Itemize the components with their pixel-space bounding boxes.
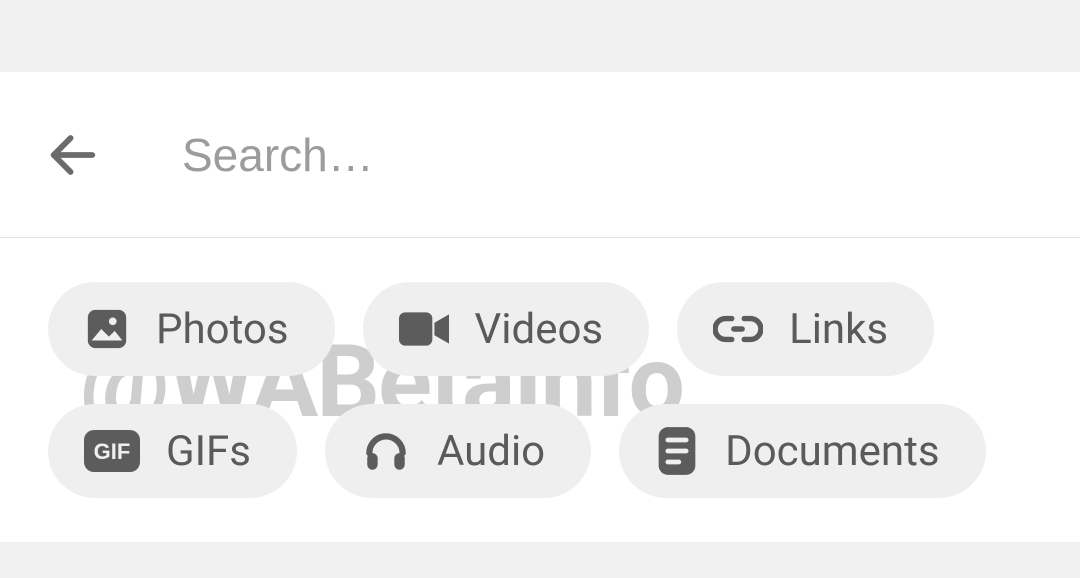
chip-photos[interactable]: Photos [48,282,335,376]
chip-audio[interactable]: Audio [325,404,591,498]
links-icon [713,304,763,354]
chip-label: GIFs [166,427,251,476]
chip-gifs[interactable]: GIF GIFs [48,404,297,498]
search-input[interactable] [182,128,882,182]
svg-text:GIF: GIF [94,439,131,464]
chip-row-2: GIF GIFs Audio [48,404,1032,498]
chip-label: Documents [725,427,939,476]
chip-videos[interactable]: Videos [363,282,650,376]
chip-documents[interactable]: Documents [619,404,985,498]
search-bar [0,72,1080,238]
photos-icon [84,306,130,352]
chip-label: Photos [156,305,289,354]
chip-label: Videos [475,305,604,354]
chip-row-1: Photos Videos Links [48,282,1032,376]
chip-label: Links [789,305,888,354]
audio-icon [361,426,411,476]
filter-chips-area: Photos Videos Links [0,238,1080,542]
chip-links[interactable]: Links [677,282,934,376]
documents-icon [655,427,699,475]
gif-icon: GIF [84,430,140,472]
back-arrow-icon[interactable] [44,126,102,184]
status-bar-spacer [0,0,1080,72]
videos-icon [399,310,449,348]
chip-label: Audio [437,427,545,476]
